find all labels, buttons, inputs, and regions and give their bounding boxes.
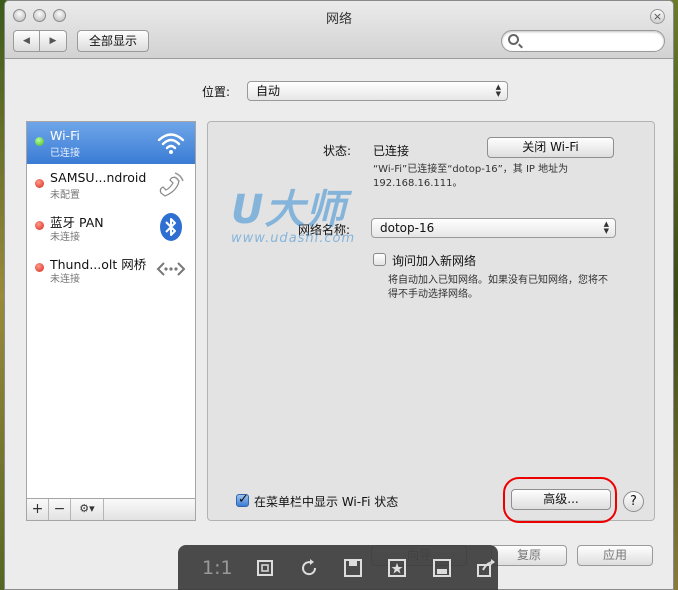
turn-off-wifi-button[interactable]: 关闭 Wi-Fi bbox=[487, 137, 614, 158]
share-icon[interactable] bbox=[474, 555, 498, 581]
status-description-line1: “Wi-Fi”已连接至“dotop-16”，其 IP 地址为 bbox=[373, 164, 569, 175]
rotate-icon[interactable] bbox=[297, 555, 321, 581]
actual-size-button[interactable]: 1:1 bbox=[202, 557, 233, 579]
help-button[interactable]: ? bbox=[623, 491, 644, 512]
title-bar: 网络 × ◀ ▶ 全部显示 bbox=[5, 1, 673, 59]
location-value: 自动 bbox=[256, 84, 281, 98]
show-menubar-checkbox[interactable] bbox=[236, 492, 249, 507]
service-status: 未连接 bbox=[50, 232, 80, 243]
search-field[interactable] bbox=[501, 30, 665, 52]
status-indicator bbox=[35, 179, 44, 188]
wifi-icon bbox=[157, 133, 185, 154]
back-arrow-icon: ◀ bbox=[23, 36, 30, 46]
back-forward-group: ◀ ▶ bbox=[13, 30, 67, 52]
service-item-wifi[interactable]: Wi-Fi 已连接 bbox=[27, 122, 195, 164]
service-name: SAMSU...ndroid bbox=[50, 170, 147, 185]
search-icon bbox=[508, 34, 519, 45]
status-indicator bbox=[35, 263, 44, 272]
fit-screen-icon[interactable] bbox=[253, 555, 277, 581]
status-label: 状态: bbox=[323, 144, 352, 158]
action-menu-button[interactable]: ⚙▾ bbox=[71, 499, 104, 520]
apply-button[interactable]: 应用 bbox=[577, 545, 653, 566]
remove-service-button[interactable]: − bbox=[49, 499, 71, 520]
phone-icon bbox=[159, 172, 184, 197]
select-arrows-icon: ▲ ▼ bbox=[495, 83, 501, 98]
service-item-bluetooth-pan[interactable]: 蓝牙 PAN 未连接 bbox=[27, 206, 195, 248]
status-indicator bbox=[35, 221, 44, 230]
forward-button[interactable]: ▶ bbox=[40, 30, 67, 52]
search-input[interactable] bbox=[526, 33, 656, 49]
image-viewer-toolbar: 1:1 bbox=[178, 545, 498, 590]
highlight-annotation-circle bbox=[503, 477, 617, 523]
ask-join-checkbox[interactable] bbox=[373, 253, 386, 266]
service-item-samsung-android[interactable]: SAMSU...ndroid 未配置 bbox=[27, 164, 195, 206]
service-item-thunderbolt-bridge[interactable]: Thund...olt 网桥 未连接 bbox=[27, 248, 195, 290]
network-name-select[interactable]: dotop-16 ▲ ▼ bbox=[371, 218, 616, 238]
service-status: 未配置 bbox=[50, 190, 80, 201]
service-status: 未连接 bbox=[50, 274, 80, 285]
window-title: 网络 bbox=[325, 12, 352, 27]
back-button[interactable]: ◀ bbox=[13, 30, 40, 52]
fullscreen-close-icon[interactable]: × bbox=[650, 9, 665, 24]
wifi-detail-panel: 状态: 已连接 关闭 Wi-Fi “Wi-Fi”已连接至“dotop-16”，其… bbox=[207, 121, 655, 521]
add-service-button[interactable]: + bbox=[27, 499, 49, 520]
network-preferences-window: 网络 × ◀ ▶ 全部显示 位置: 自动 ▲ ▼ Wi-Fi 已连接 SAMSU… bbox=[4, 0, 674, 590]
bluetooth-icon bbox=[160, 213, 182, 241]
service-list: Wi-Fi 已连接 SAMSU...ndroid 未配置 蓝牙 PAN 未连接 bbox=[26, 121, 196, 499]
location-label: 位置: bbox=[202, 85, 231, 99]
forward-arrow-icon: ▶ bbox=[49, 36, 57, 46]
show-all-button[interactable]: 全部显示 bbox=[77, 30, 150, 52]
network-name-label: 网络名称: bbox=[298, 223, 351, 237]
location-select[interactable]: 自动 ▲ ▼ bbox=[247, 81, 508, 101]
service-name: Wi-Fi bbox=[50, 128, 80, 143]
show-menubar-label: 在菜单栏中显示 Wi-Fi 状态 bbox=[254, 495, 399, 509]
revert-button[interactable]: 复原 bbox=[491, 545, 567, 566]
save-icon[interactable] bbox=[341, 555, 365, 581]
ask-join-description-line2: 得不手动选择网络。 bbox=[388, 289, 478, 300]
select-arrows-icon: ▲ ▼ bbox=[603, 220, 609, 235]
status-description-line2: 192.168.16.111。 bbox=[373, 178, 463, 189]
status-indicator bbox=[35, 137, 44, 146]
status-value: 已连接 bbox=[373, 144, 410, 158]
network-name-value: dotop-16 bbox=[380, 221, 435, 235]
ask-join-label: 询问加入新网络 bbox=[392, 254, 477, 268]
thunderbolt-bridge-icon bbox=[156, 262, 186, 276]
service-list-toolbar: + − ⚙▾ bbox=[26, 499, 196, 521]
print-icon[interactable] bbox=[430, 555, 454, 581]
favorite-icon[interactable] bbox=[385, 555, 409, 581]
ask-join-description-line1: 将自动加入已知网络。如果没有已知网络，您将不 bbox=[388, 275, 608, 286]
service-status: 已连接 bbox=[50, 148, 80, 159]
